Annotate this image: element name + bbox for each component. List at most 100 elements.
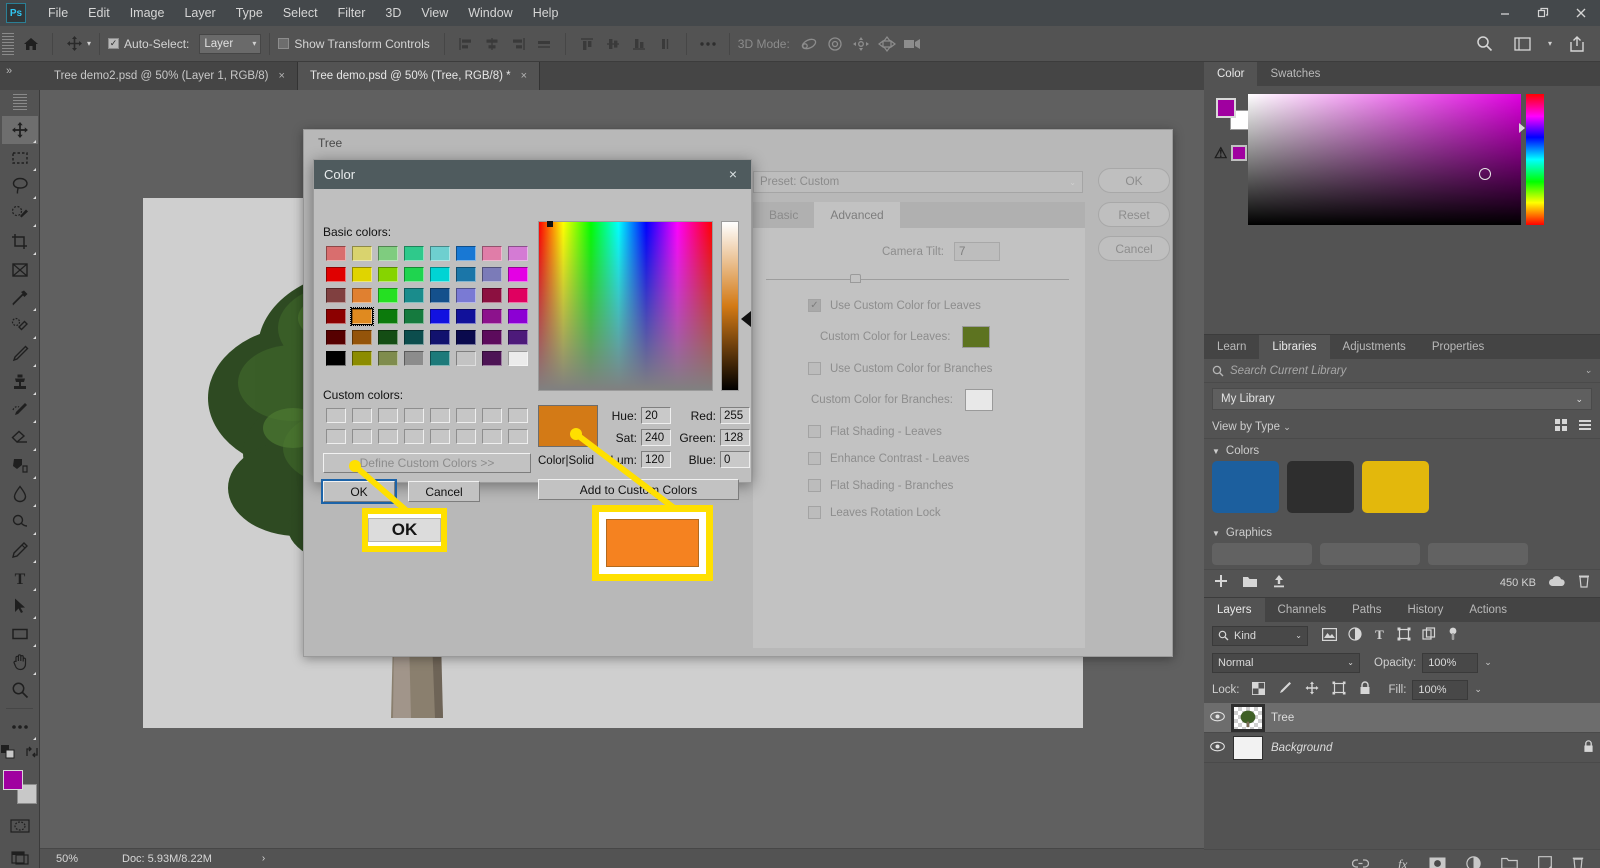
new-layer-icon[interactable]	[1538, 856, 1552, 868]
basic-color-swatch[interactable]	[479, 348, 505, 369]
basic-color-swatch[interactable]	[479, 243, 505, 264]
delete-layer-icon[interactable]	[1572, 856, 1584, 868]
custom-color-swatch[interactable]	[323, 426, 349, 447]
eraser-tool-icon[interactable]	[2, 424, 38, 452]
status-expand-icon[interactable]: ›	[262, 853, 265, 864]
chevron-down-icon[interactable]: ▾	[87, 39, 91, 48]
eye-icon[interactable]	[1210, 711, 1225, 725]
basic-color-swatch[interactable]	[375, 327, 401, 348]
layer-filter-kind-select[interactable]: Kind ⌄	[1212, 625, 1308, 646]
custom-color-swatch[interactable]	[453, 426, 479, 447]
camera-tilt-field[interactable]: 7	[954, 242, 1000, 261]
basic-colors-grid[interactable]	[323, 243, 531, 369]
share-icon[interactable]	[1564, 31, 1590, 57]
basic-color-swatch[interactable]	[505, 306, 531, 327]
foreground-color-swatch[interactable]	[2, 770, 23, 790]
workspace-icon[interactable]	[1510, 31, 1536, 57]
layer-mask-icon[interactable]	[1429, 857, 1446, 868]
basic-color-swatch[interactable]	[401, 348, 427, 369]
basic-color-swatch[interactable]	[349, 243, 375, 264]
basic-color-swatch[interactable]	[505, 264, 531, 285]
layer-style-fx-icon[interactable]: fx	[1389, 856, 1409, 868]
new-group-icon[interactable]	[1501, 857, 1518, 868]
red-field[interactable]: 255	[720, 407, 750, 424]
home-icon[interactable]	[18, 31, 44, 57]
basic-color-swatch[interactable]	[323, 306, 349, 327]
menu-file[interactable]: File	[38, 0, 78, 26]
color-field[interactable]	[1248, 94, 1521, 225]
align-horizontal-centers-icon[interactable]	[479, 31, 505, 57]
lasso-tool-icon[interactable]	[2, 172, 38, 200]
auto-select-scope-select[interactable]: Layer ▾	[199, 33, 262, 54]
quick-selection-tool-icon[interactable]	[2, 200, 38, 228]
tab-layers[interactable]: Layers	[1204, 598, 1265, 622]
path-selection-tool-icon[interactable]	[2, 592, 38, 620]
blue-field[interactable]: 0	[720, 451, 750, 468]
shape-filter-icon[interactable]	[1397, 627, 1411, 644]
basic-color-swatch[interactable]	[349, 327, 375, 348]
custom-color-swatch[interactable]	[401, 426, 427, 447]
layer-name[interactable]: Background	[1271, 742, 1332, 754]
add-icon[interactable]	[1214, 574, 1228, 591]
document-tab-tree-demo[interactable]: Tree demo.psd @ 50% (Tree, RGB/8) * ×	[297, 62, 541, 90]
auto-select-checkbox[interactable]: Auto-Select:	[108, 37, 195, 51]
type-filter-icon[interactable]: T	[1373, 627, 1386, 644]
define-custom-colors-button[interactable]: Define Custom Colors >>	[323, 453, 531, 473]
custom-color-swatch[interactable]	[427, 405, 453, 426]
blend-mode-select[interactable]: Normal ⌄	[1212, 652, 1360, 673]
basic-color-swatch[interactable]	[401, 264, 427, 285]
adjustment-layer-icon[interactable]	[1466, 855, 1481, 868]
basic-color-swatch[interactable]	[375, 285, 401, 306]
basic-color-swatch[interactable]	[505, 243, 531, 264]
color-cancel-button[interactable]: Cancel	[408, 481, 480, 502]
library-section-graphics[interactable]: ▼ Graphics	[1204, 521, 1600, 541]
color-dialog-title-bar[interactable]: Color ×	[314, 160, 751, 189]
enhance-contrast-leaves-checkbox[interactable]: Enhance Contrast - Leaves	[753, 438, 1085, 465]
hue-strip[interactable]	[1519, 94, 1544, 225]
tab-learn[interactable]: Learn	[1204, 335, 1259, 359]
basic-color-swatch[interactable]	[453, 285, 479, 306]
library-section-colors[interactable]: ▼ Colors	[1204, 439, 1600, 459]
minimize-icon[interactable]	[1486, 0, 1524, 26]
blur-tool-icon[interactable]	[2, 480, 38, 508]
library-search-row[interactable]: Search Current Library ⌄	[1204, 359, 1600, 383]
tools-panel-grip[interactable]	[12, 94, 27, 110]
align-vertical-centers-icon[interactable]	[600, 31, 626, 57]
library-select[interactable]: My Library ⌄	[1212, 388, 1592, 410]
basic-color-swatch[interactable]	[479, 285, 505, 306]
gradient-tool-icon[interactable]	[2, 452, 38, 480]
flat-shading-branches-checkbox[interactable]: Flat Shading - Branches	[753, 465, 1085, 492]
menu-select[interactable]: Select	[273, 0, 328, 26]
quick-mask-icon[interactable]	[2, 812, 38, 840]
chevron-down-icon[interactable]: ⌄	[1474, 684, 1482, 695]
brush-tool-icon[interactable]	[2, 340, 38, 368]
search-icon[interactable]	[1472, 31, 1498, 57]
document-tab-tree-demo2[interactable]: Tree demo2.psd @ 50% (Layer 1, RGB/8) ×	[42, 62, 298, 90]
tab-swatches[interactable]: Swatches	[1257, 62, 1333, 86]
clone-stamp-tool-icon[interactable]	[2, 368, 38, 396]
show-transform-controls-checkbox[interactable]: Show Transform Controls	[278, 37, 435, 51]
tab-history[interactable]: History	[1395, 598, 1457, 622]
basic-color-swatch[interactable]	[427, 285, 453, 306]
tree-ok-button[interactable]: OK	[1098, 168, 1170, 193]
custom-color-swatch[interactable]	[375, 426, 401, 447]
basic-color-swatch[interactable]	[505, 348, 531, 369]
menu-type[interactable]: Type	[226, 0, 273, 26]
basic-color-swatch[interactable]	[479, 264, 505, 285]
tab-color[interactable]: Color	[1204, 62, 1258, 86]
library-view-mode[interactable]: View by Type ⌄	[1212, 421, 1291, 433]
custom-color-swatch[interactable]	[349, 426, 375, 447]
custom-color-swatch[interactable]	[427, 426, 453, 447]
zoom-level[interactable]: 50%	[56, 853, 122, 865]
layer-thumbnail[interactable]	[1233, 735, 1263, 760]
basic-color-swatch[interactable]	[349, 306, 375, 327]
custom-color-branches-swatch[interactable]	[964, 389, 993, 411]
screen-mode-icon[interactable]	[2, 844, 38, 868]
zoom-tool-icon[interactable]	[2, 676, 38, 704]
layer-name[interactable]: Tree	[1271, 712, 1294, 724]
basic-color-swatch[interactable]	[401, 285, 427, 306]
close-icon[interactable]	[1562, 0, 1600, 26]
custom-color-swatch[interactable]	[349, 405, 375, 426]
adjustment-filter-icon[interactable]	[1348, 627, 1362, 644]
upload-icon[interactable]	[1272, 574, 1286, 591]
